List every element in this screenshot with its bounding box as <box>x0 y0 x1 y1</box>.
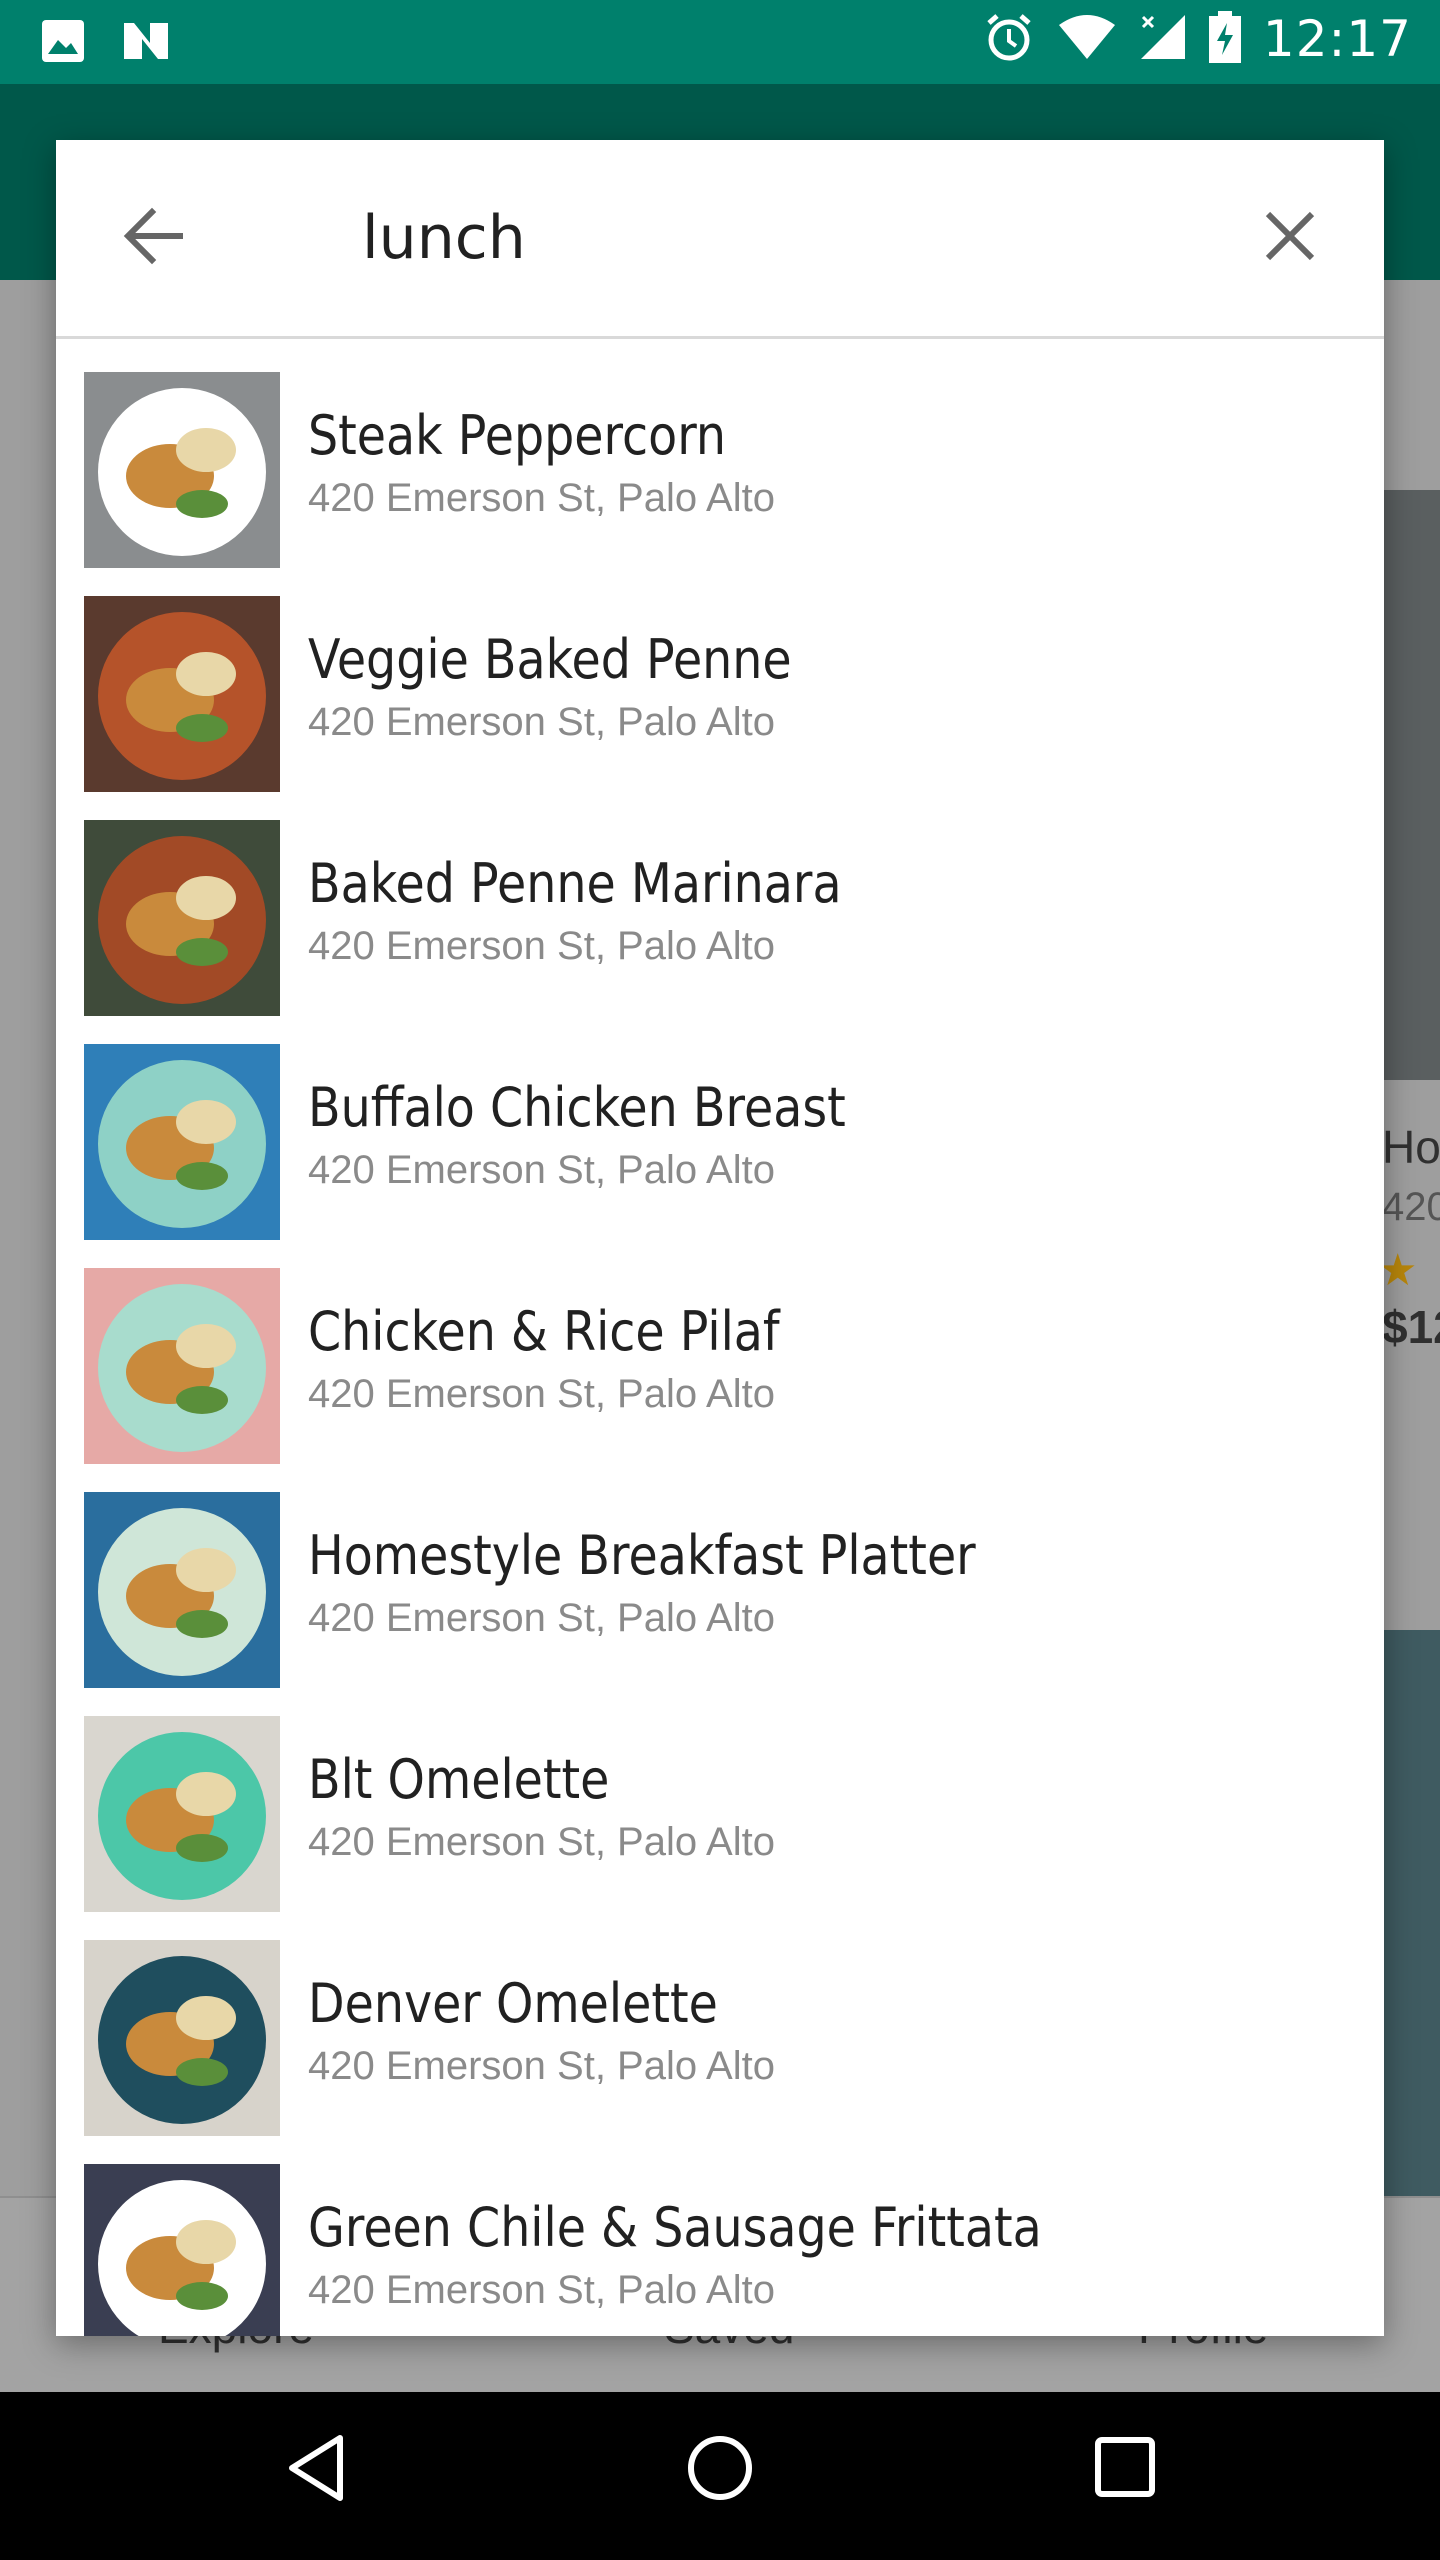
image-icon <box>40 18 86 69</box>
dish-thumbnail <box>84 1268 280 1464</box>
recents-square-icon <box>1095 2437 1155 2497</box>
list-item[interactable]: Buffalo Chicken Breast 420 Emerson St, Pa… <box>56 1010 1384 1240</box>
dish-title: Baked Penne Marinara <box>308 852 842 915</box>
wifi-icon <box>1057 13 1117 66</box>
dish-address: 420 Emerson St, Palo Alto <box>308 700 775 744</box>
back-button[interactable] <box>120 202 188 270</box>
dish-thumbnail <box>84 1940 280 2136</box>
dish-title: Homestyle Breakfast Platter <box>308 1524 976 1587</box>
dish-thumbnail <box>84 1044 280 1240</box>
list-item[interactable]: Baked Penne Marinara 420 Emerson St, Palo… <box>56 786 1384 1016</box>
dish-address: 420 Emerson St, Palo Alto <box>308 924 775 968</box>
system-back-button[interactable] <box>284 2432 348 2509</box>
alarm-icon <box>983 11 1035 68</box>
dish-title: Chicken & Rice Pilaf <box>308 1300 780 1363</box>
clear-search-button[interactable] <box>1256 202 1324 270</box>
status-right-icons: 12:17 <box>983 10 1412 68</box>
dish-address: 420 Emerson St, Palo Alto <box>308 1148 775 1192</box>
list-item[interactable]: Steak Peppercorn 420 Emerson St, Palo Alt… <box>56 338 1384 568</box>
dish-thumbnail <box>84 1716 280 1912</box>
home-circle-icon <box>688 2436 752 2500</box>
dish-address: 420 Emerson St, Palo Alto <box>308 1820 775 1864</box>
dish-title: Buffalo Chicken Breast <box>308 1076 846 1139</box>
list-item[interactable]: Veggie Baked Penne 420 Emerson St, Palo A… <box>56 562 1384 792</box>
system-home-button[interactable] <box>686 2434 754 2507</box>
n-notification-icon <box>120 19 172 68</box>
background-card-image-2 <box>1382 1630 1440 2200</box>
system-recents-button[interactable] <box>1094 2436 1156 2503</box>
background-card-address: 420 <box>1382 1185 1440 1229</box>
arrow-back-icon <box>123 207 183 265</box>
list-item[interactable]: Green Chile & Sausage Frittata 420 Emerso… <box>56 2130 1384 2336</box>
dish-title: Blt Omelette <box>308 1748 610 1811</box>
background-card-title: Ho <box>1382 1121 1440 1173</box>
dish-thumbnail <box>84 1492 280 1688</box>
close-icon <box>1265 211 1315 261</box>
signal-icon <box>1139 13 1187 66</box>
dish-title: Denver Omelette <box>308 1972 718 2035</box>
status-left-icons <box>40 18 172 69</box>
list-item[interactable]: Blt Omelette 420 Emerson St, Palo Alto <box>56 1682 1384 1912</box>
dish-thumbnail <box>84 820 280 1016</box>
dish-address: 420 Emerson St, Palo Alto <box>308 1596 775 1640</box>
status-time: 12:17 <box>1262 10 1412 68</box>
system-nav-bar <box>0 2392 1440 2560</box>
dish-address: 420 Emerson St, Palo Alto <box>308 1372 775 1416</box>
dish-thumbnail <box>84 596 280 792</box>
search-dialog: Steak Peppercorn 420 Emerson St, Palo Alt… <box>56 140 1384 2336</box>
dish-title: Green Chile & Sausage Frittata <box>308 2196 1042 2259</box>
background-card-image <box>1382 490 1440 1080</box>
dish-address: 420 Emerson St, Palo Alto <box>308 2268 775 2312</box>
dish-address: 420 Emerson St, Palo Alto <box>308 2044 775 2088</box>
dish-thumbnail <box>84 372 280 568</box>
list-item[interactable]: Denver Omelette 420 Emerson St, Palo Alto <box>56 1906 1384 2136</box>
dish-address: 420 Emerson St, Palo Alto <box>308 476 775 520</box>
list-item[interactable]: Homestyle Breakfast Platter 420 Emerson S… <box>56 1458 1384 1688</box>
dish-thumbnail <box>84 2164 280 2336</box>
list-item[interactable]: Chicken & Rice Pilaf 420 Emerson St, Palo… <box>56 1234 1384 1464</box>
status-bar: 12:17 <box>0 0 1440 84</box>
dish-title: Veggie Baked Penne <box>308 628 792 691</box>
dish-title: Steak Peppercorn <box>308 404 727 467</box>
battery-charging-icon <box>1208 10 1241 68</box>
search-header <box>56 140 1384 339</box>
search-input[interactable] <box>360 192 1224 284</box>
background-card-price: $12 <box>1382 1301 1440 1353</box>
back-triangle-icon <box>289 2435 343 2501</box>
